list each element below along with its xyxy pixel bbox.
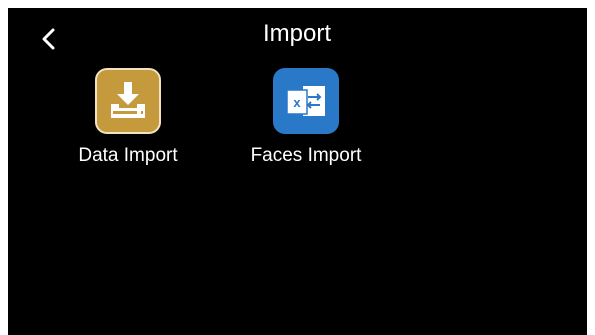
svg-text:x: x: [293, 95, 301, 110]
data-import-label: Data Import: [78, 145, 178, 166]
faces-import-label: Faces Import: [250, 145, 362, 166]
page-title: Import: [262, 20, 331, 47]
import-screen: Import Data Import x Faces Import: [8, 8, 587, 335]
data-import-button[interactable]: Data Import: [58, 68, 198, 167]
download-tray-icon: [95, 68, 161, 134]
excel-import-icon: x: [273, 68, 339, 134]
faces-import-button[interactable]: x Faces Import: [236, 68, 376, 167]
